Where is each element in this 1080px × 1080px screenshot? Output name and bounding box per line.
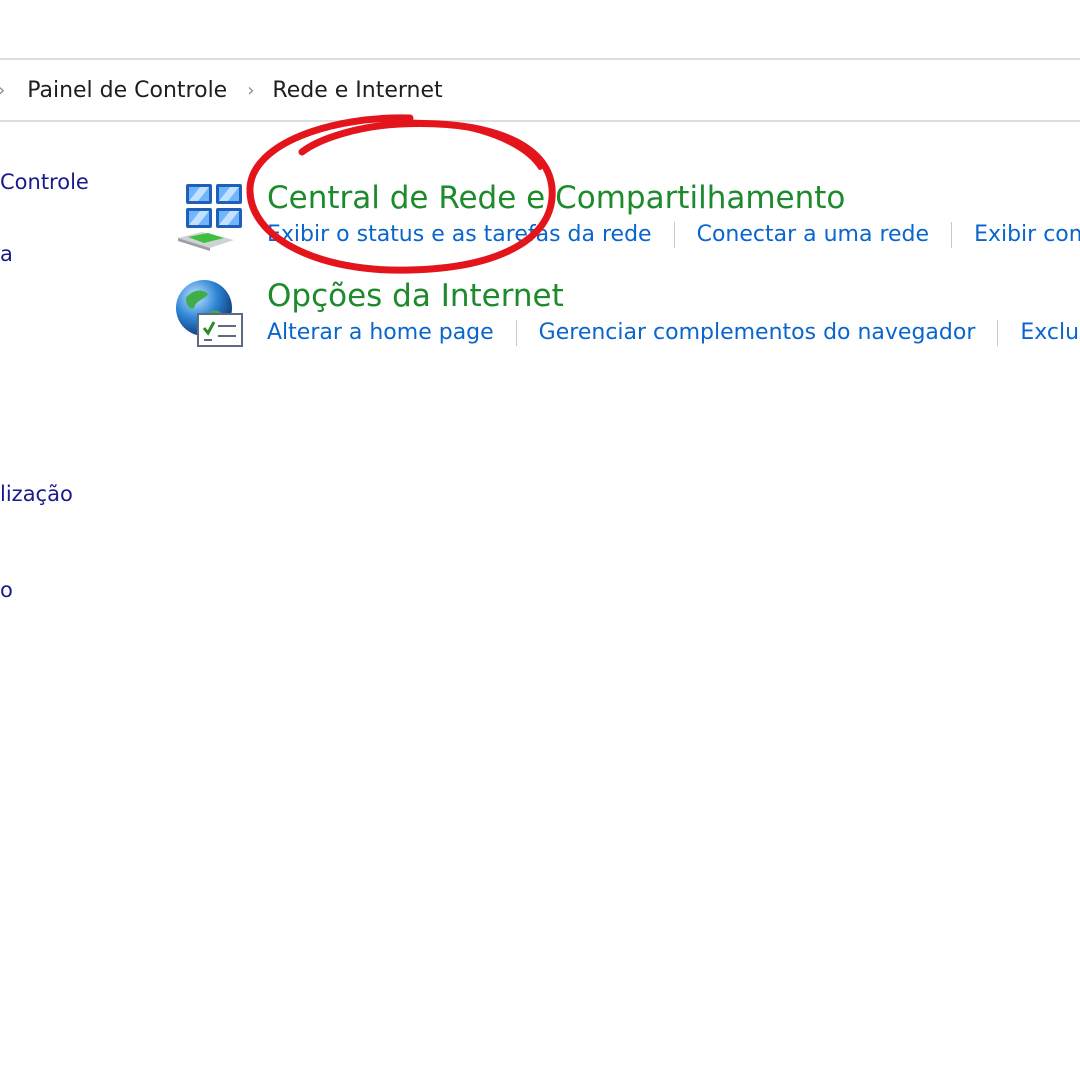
link-divider (673, 222, 675, 248)
category-title-network-sharing-center[interactable]: Central de Rede e Compartilhamento (267, 180, 845, 216)
breadcrumb: › Painel de Controle › Rede e Internet (0, 62, 1080, 118)
link-divider (997, 320, 999, 346)
link-manage-browser-addons[interactable]: Gerenciar complementos do navegador (539, 320, 976, 345)
breadcrumb-item-network-internet[interactable]: Rede e Internet (272, 78, 442, 103)
sidebar-item-4[interactable]: o (0, 578, 13, 602)
breadcrumb-chevron-icon[interactable]: › (0, 80, 5, 101)
task-links: Alterar a home page Gerenciar complemento… (267, 320, 1079, 346)
link-view-computers[interactable]: Exibir com (974, 222, 1080, 247)
control-panel-window: › Painel de Controle › Rede e Internet C… (0, 0, 1080, 1080)
breadcrumb-chevron-icon[interactable]: › (247, 80, 254, 101)
link-change-home-page[interactable]: Alterar a home page (267, 320, 494, 345)
category-network-sharing-center: Central de Rede e Compartilhamento Exibi… (172, 180, 1080, 260)
link-view-network-status[interactable]: Exibir o status e as tarefas da rede (267, 222, 652, 247)
category-title-internet-options[interactable]: Opções da Internet (267, 278, 564, 314)
link-divider (951, 222, 953, 248)
link-divider (515, 320, 517, 346)
sidebar-item-2[interactable]: a (0, 242, 13, 266)
link-delete-history[interactable]: Exclu (1020, 320, 1079, 345)
category-internet-options: Opções da Internet Alterar a home page Ge… (172, 278, 1080, 358)
breadcrumb-item-control-panel[interactable]: Painel de Controle (27, 78, 227, 103)
network-sharing-center-icon[interactable] (172, 180, 248, 256)
sidebar-item-control-panel-home[interactable]: Controle (0, 170, 89, 194)
breadcrumb-divider (0, 120, 1080, 122)
sidebar-item-3[interactable]: lização (0, 482, 73, 506)
link-connect-to-network[interactable]: Conectar a uma rede (697, 222, 929, 247)
internet-options-globe-icon[interactable] (172, 278, 248, 354)
toolbar-divider (0, 58, 1080, 60)
task-links: Exibir o status e as tarefas da rede Cone… (267, 222, 1080, 248)
